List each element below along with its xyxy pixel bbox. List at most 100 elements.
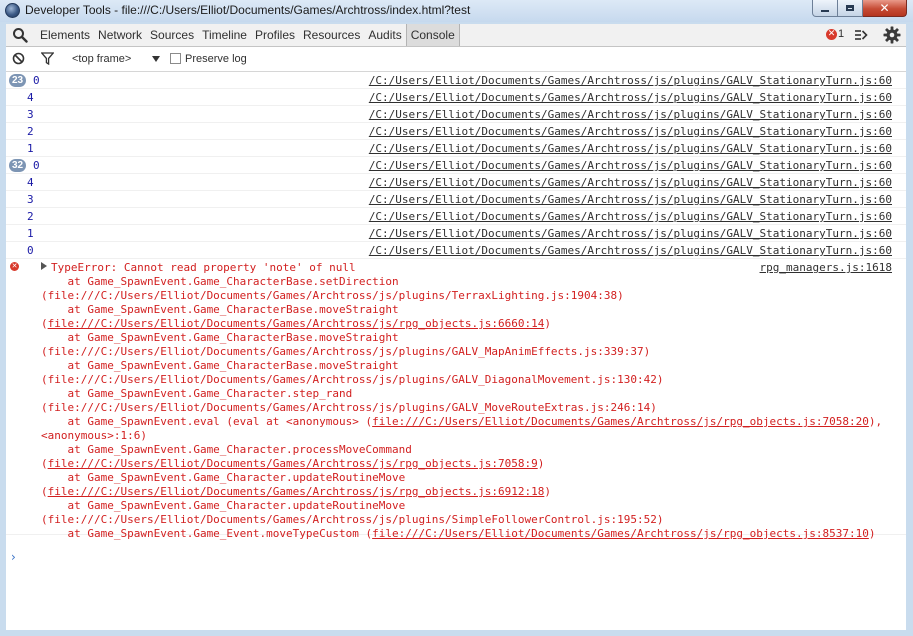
frame-dropdown-arrow-icon[interactable] (152, 56, 160, 62)
repeat-count-badge: 23 (9, 74, 27, 87)
close-icon: ✕ (879, 1, 890, 15)
stack-line: at Game_SpawnEvent.Game_CharacterBase.mo… (41, 303, 399, 316)
stack-text: (file:///C:/Users/Elliot/Documents/Games… (41, 401, 657, 414)
stack-text: ) (544, 317, 551, 330)
log-source-link[interactable]: /C:/Users/Elliot/Documents/Games/Archtro… (369, 74, 892, 87)
log-row: 1/C:/Users/Elliot/Documents/Games/Archtr… (6, 140, 906, 157)
stack-text: ) (868, 527, 876, 540)
stack-text: (file:///C:/Users/Elliot/Documents/Games… (41, 373, 664, 386)
tab-sources[interactable]: Sources (146, 24, 198, 46)
devtools-toolbar: Elements Network Sources Timeline Profiles Re… (6, 24, 906, 47)
frame-selector[interactable]: <top frame> (72, 53, 131, 65)
log-source-link[interactable]: /C:/Users/Elliot/Documents/Games/Archtro… (369, 125, 892, 138)
stack-source-link[interactable]: file:///C:/Users/Elliot/Documents/Games/… (48, 317, 545, 330)
log-source-link[interactable]: /C:/Users/Elliot/Documents/Games/Archtro… (369, 193, 892, 206)
stack-text: at Game_SpawnEvent.Game_CharacterBase.se… (41, 275, 399, 288)
tab-resources[interactable]: Resources (299, 24, 364, 46)
filter-funnel-icon[interactable] (41, 52, 54, 65)
error-x-icon: ✕ (826, 28, 837, 40)
error-source-link[interactable]: rpg_managers.js:1618 (760, 261, 892, 274)
stack-text: (file:///C:/Users/Elliot/Documents/Games… (41, 289, 624, 302)
stack-line: (file:///C:/Users/Elliot/Documents/Games… (41, 317, 551, 330)
log-source-link[interactable]: /C:/Users/Elliot/Documents/Games/Archtro… (369, 210, 892, 223)
console-messages[interactable]: 23 0/C:/Users/Elliot/Documents/Games/Arch… (6, 72, 906, 630)
stack-text: ( (41, 317, 48, 330)
tab-timeline[interactable]: Timeline (198, 24, 251, 46)
log-value: 0 (33, 159, 40, 172)
clear-console-icon[interactable] (12, 52, 25, 65)
log-source-link[interactable]: /C:/Users/Elliot/Documents/Games/Archtro… (369, 176, 892, 189)
window-title: Developer Tools - file:///C:/Users/Ellio… (25, 3, 471, 17)
log-value: 0 (27, 244, 34, 257)
inspect-search-icon[interactable] (12, 27, 28, 43)
stack-line: (file:///C:/Users/Elliot/Documents/Games… (41, 373, 664, 386)
stack-source-link[interactable]: file:///C:/Users/Elliot/Documents/Games/… (372, 527, 869, 540)
tab-audits[interactable]: Audits (364, 24, 405, 46)
stack-line: (file:///C:/Users/Elliot/Documents/Games… (41, 485, 551, 498)
stack-text: at Game_SpawnEvent.Game_CharacterBase.mo… (41, 359, 399, 372)
stack-text: at Game_SpawnEvent.Game_Character.step_r… (41, 387, 353, 400)
stack-source-link[interactable]: file:///C:/Users/Elliot/Documents/Games/… (372, 415, 869, 428)
log-row: 4/C:/Users/Elliot/Documents/Games/Archtr… (6, 174, 906, 191)
log-value: 3 (27, 108, 34, 121)
log-value: 3 (27, 193, 34, 206)
log-row: 23 0/C:/Users/Elliot/Documents/Games/Arch… (6, 72, 906, 89)
preserve-log-label: Preserve log (185, 53, 247, 65)
stack-source-link[interactable]: file:///C:/Users/Elliot/Documents/Games/… (48, 485, 545, 498)
window-titlebar[interactable]: Developer Tools - file:///C:/Users/Ellio… (0, 0, 913, 22)
stack-line: at Game_SpawnEvent.Game_CharacterBase.mo… (41, 359, 399, 372)
maximize-button[interactable] (838, 0, 863, 17)
stack-line: (file:///C:/Users/Elliot/Documents/Games… (41, 457, 544, 470)
stack-text: ( (41, 457, 48, 470)
settings-gear-icon[interactable] (883, 26, 901, 44)
stack-text: ) (537, 457, 545, 470)
devtools-app-icon (5, 3, 20, 18)
window-controls: ✕ (812, 0, 907, 18)
log-source-link[interactable]: /C:/Users/Elliot/Documents/Games/Archtro… (369, 159, 892, 172)
log-value: 0 (33, 74, 40, 87)
stack-line: at Game_SpawnEvent.eval (eval at <anonym… (41, 415, 882, 428)
log-source-link[interactable]: /C:/Users/Elliot/Documents/Games/Archtro… (369, 227, 892, 240)
stack-line: <anonymous>:1:6) (41, 429, 147, 442)
stack-line: at Game_SpawnEvent.Game_Character.update… (41, 499, 405, 512)
expand-triangle-icon[interactable] (41, 262, 47, 270)
log-value: 4 (27, 91, 34, 104)
close-button[interactable]: ✕ (863, 0, 907, 17)
stack-line: at Game_SpawnEvent.Game_Character.step_r… (41, 387, 352, 400)
console-filter-bar: <top frame> Preserve log (6, 47, 906, 72)
log-row: 2/C:/Users/Elliot/Documents/Games/Archtr… (6, 123, 906, 140)
error-message: ✕ TypeError: Cannot read property 'note'… (6, 259, 906, 540)
tab-profiles[interactable]: Profiles (251, 24, 299, 46)
tab-network[interactable]: Network (94, 24, 146, 46)
stack-line: at Game_SpawnEvent.Game_CharacterBase.mo… (41, 331, 399, 344)
stack-text: (file:///C:/Users/Elliot/Documents/Games… (41, 345, 651, 358)
minimize-button[interactable] (812, 0, 838, 17)
stack-text: at Game_SpawnEvent.Game_Character.update… (41, 471, 406, 484)
log-row: 32 0/C:/Users/Elliot/Documents/Games/Arch… (6, 157, 906, 174)
log-row: 3/C:/Users/Elliot/Documents/Games/Archtr… (6, 191, 906, 208)
stack-text: at Game_SpawnEvent.Game_CharacterBase.mo… (41, 331, 399, 344)
tab-elements[interactable]: Elements (36, 24, 94, 46)
log-list: 23 0/C:/Users/Elliot/Documents/Games/Arch… (6, 72, 906, 259)
log-source-link[interactable]: /C:/Users/Elliot/Documents/Games/Archtro… (369, 91, 892, 104)
panel-tabs: Elements Network Sources Timeline Profiles Re… (36, 24, 460, 46)
stack-text: <anonymous>:1:6) (41, 429, 147, 442)
stack-line: (file:///C:/Users/Elliot/Documents/Games… (41, 345, 650, 358)
log-source-link[interactable]: /C:/Users/Elliot/Documents/Games/Archtro… (369, 142, 892, 155)
log-source-link[interactable]: /C:/Users/Elliot/Documents/Games/Archtro… (369, 244, 892, 257)
stack-text: at Game_SpawnEvent.eval (eval at <anonym… (41, 415, 373, 428)
error-counter[interactable]: ✕ 1 (826, 28, 844, 40)
stack-source-link[interactable]: file:///C:/Users/Elliot/Documents/Games/… (48, 457, 538, 470)
stack-text: ( (41, 485, 48, 498)
tab-console[interactable]: Console (405, 24, 460, 46)
log-value: 4 (27, 176, 34, 189)
console-prompt[interactable]: › (11, 550, 16, 564)
stack-text: (file:///C:/Users/Elliot/Documents/Games… (41, 513, 664, 526)
log-value: 2 (27, 210, 34, 223)
drawer-toggle-icon[interactable] (854, 28, 868, 42)
stack-line: at Game_SpawnEvent.Game_Character.update… (41, 471, 405, 484)
stack-text: at Game_SpawnEvent.Game_CharacterBase.mo… (41, 303, 399, 316)
log-source-link[interactable]: /C:/Users/Elliot/Documents/Games/Archtro… (369, 108, 892, 121)
stack-line: at Game_SpawnEvent.Game_Event.moveTypeCu… (41, 527, 875, 540)
preserve-log-checkbox[interactable] (170, 53, 181, 64)
